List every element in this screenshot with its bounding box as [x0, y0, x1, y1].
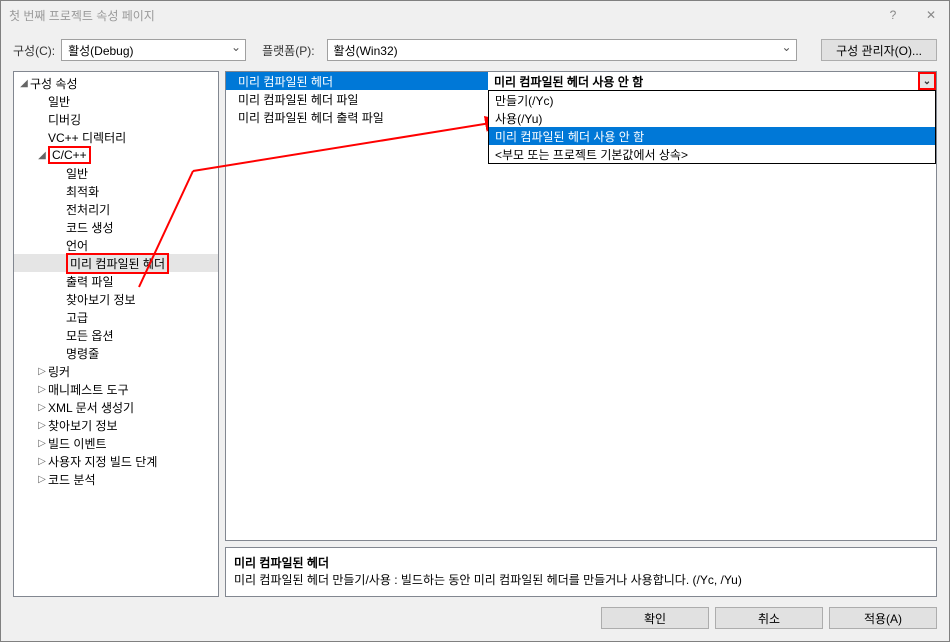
dialog-footer: 확인 취소 적용(A): [1, 597, 949, 641]
apply-button[interactable]: 적용(A): [829, 607, 937, 629]
tree-item-20[interactable]: ▷사용자 지정 빌드 단계: [14, 452, 218, 470]
property-grid[interactable]: 미리 컴파일된 헤더미리 컴파일된 헤더 사용 안 함⌄미리 컴파일된 헤더 파…: [225, 71, 937, 541]
tree-item-5[interactable]: 최적화: [14, 182, 218, 200]
dropdown-list[interactable]: 만들기(/Yc)사용(/Yu)미리 컴파일된 헤더 사용 안 함<부모 또는 프…: [488, 90, 936, 164]
tree-item-13[interactable]: 모든 옵션: [14, 326, 218, 344]
help-button[interactable]: ?: [883, 8, 903, 22]
ok-button[interactable]: 확인: [601, 607, 709, 629]
platform-combobox[interactable]: 활성(Win32): [327, 39, 797, 61]
right-pane: 미리 컴파일된 헤더미리 컴파일된 헤더 사용 안 함⌄미리 컴파일된 헤더 파…: [225, 71, 937, 597]
tree-item-18[interactable]: ▷찾아보기 정보: [14, 416, 218, 434]
expand-icon[interactable]: ▷: [36, 384, 48, 395]
expand-icon[interactable]: ◢: [36, 150, 48, 161]
tree-item-8[interactable]: 언어: [14, 236, 218, 254]
property-row-0[interactable]: 미리 컴파일된 헤더미리 컴파일된 헤더 사용 안 함⌄: [226, 72, 936, 90]
tree-item-19[interactable]: ▷빌드 이벤트: [14, 434, 218, 452]
dropdown-option-1[interactable]: 사용(/Yu): [489, 109, 935, 127]
config-toolbar: 구성(C): 활성(Debug) 플랫폼(P): 활성(Win32) 구성 관리…: [1, 29, 949, 71]
description-text: 미리 컴파일된 헤더 만들기/사용 : 빌드하는 동안 미리 컴파일된 헤더를 …: [234, 571, 928, 588]
tree-item-21[interactable]: ▷코드 분석: [14, 470, 218, 488]
expand-icon[interactable]: ▷: [36, 456, 48, 467]
main-area: ◢구성 속성일반디버깅VC++ 디렉터리◢C/C++일반최적화전처리기코드 생성…: [1, 71, 949, 597]
description-title: 미리 컴파일된 헤더: [234, 554, 928, 571]
tree-item-0[interactable]: 일반: [14, 92, 218, 110]
window-title: 첫 번째 프로젝트 속성 페이지: [9, 7, 155, 24]
close-button[interactable]: ✕: [921, 8, 941, 22]
tree-view[interactable]: ◢구성 속성일반디버깅VC++ 디렉터리◢C/C++일반최적화전처리기코드 생성…: [13, 71, 219, 597]
platform-value: 활성(Win32): [334, 42, 398, 59]
dropdown-option-0[interactable]: 만들기(/Yc): [489, 91, 935, 109]
config-manager-button[interactable]: 구성 관리자(O)...: [821, 39, 937, 61]
tree-item-1[interactable]: 디버깅: [14, 110, 218, 128]
config-label: 구성(C):: [13, 42, 55, 59]
tree-item-3[interactable]: ◢C/C++: [14, 146, 218, 164]
platform-label: 플랫폼(P):: [262, 42, 314, 59]
expand-icon[interactable]: ▷: [36, 420, 48, 431]
property-value[interactable]: 미리 컴파일된 헤더 사용 안 함⌄: [488, 72, 936, 90]
tree-item-4[interactable]: 일반: [14, 164, 218, 182]
collapse-icon[interactable]: ◢: [18, 78, 30, 89]
description-box: 미리 컴파일된 헤더 미리 컴파일된 헤더 만들기/사용 : 빌드하는 동안 미…: [225, 547, 937, 597]
tree-item-7[interactable]: 코드 생성: [14, 218, 218, 236]
expand-icon[interactable]: ▷: [36, 366, 48, 377]
tree-item-6[interactable]: 전처리기: [14, 200, 218, 218]
tree-item-14[interactable]: 명령줄: [14, 344, 218, 362]
tree-item-17[interactable]: ▷XML 문서 생성기: [14, 398, 218, 416]
config-manager-label: 구성 관리자(O)...: [836, 42, 922, 59]
tree-item-15[interactable]: ▷링커: [14, 362, 218, 380]
expand-icon[interactable]: ▷: [36, 474, 48, 485]
tree-item-2[interactable]: VC++ 디렉터리: [14, 128, 218, 146]
titlebar-controls: ? ✕: [883, 8, 941, 22]
tree-item-9[interactable]: 미리 컴파일된 헤더: [14, 254, 218, 272]
tree-item-16[interactable]: ▷매니페스트 도구: [14, 380, 218, 398]
cancel-button[interactable]: 취소: [715, 607, 823, 629]
property-label: 미리 컴파일된 헤더: [226, 72, 488, 90]
tree-root[interactable]: ◢구성 속성: [14, 74, 218, 92]
property-label: 미리 컴파일된 헤더 파일: [226, 90, 488, 108]
property-page-dialog: 첫 번째 프로젝트 속성 페이지 ? ✕ 구성(C): 활성(Debug) 플랫…: [0, 0, 950, 642]
dropdown-option-2[interactable]: 미리 컴파일된 헤더 사용 안 함: [489, 127, 935, 145]
dropdown-option-3[interactable]: <부모 또는 프로젝트 기본값에서 상속>: [489, 145, 935, 163]
tree-item-12[interactable]: 고급: [14, 308, 218, 326]
tree-item-10[interactable]: 출력 파일: [14, 272, 218, 290]
tree-item-11[interactable]: 찾아보기 정보: [14, 290, 218, 308]
titlebar: 첫 번째 프로젝트 속성 페이지 ? ✕: [1, 1, 949, 29]
expand-icon[interactable]: ▷: [36, 438, 48, 449]
expand-icon[interactable]: ▷: [36, 402, 48, 413]
config-value: 활성(Debug): [68, 42, 133, 59]
property-label: 미리 컴파일된 헤더 출력 파일: [226, 108, 488, 126]
dropdown-icon[interactable]: ⌄: [918, 72, 936, 90]
config-combobox[interactable]: 활성(Debug): [61, 39, 246, 61]
